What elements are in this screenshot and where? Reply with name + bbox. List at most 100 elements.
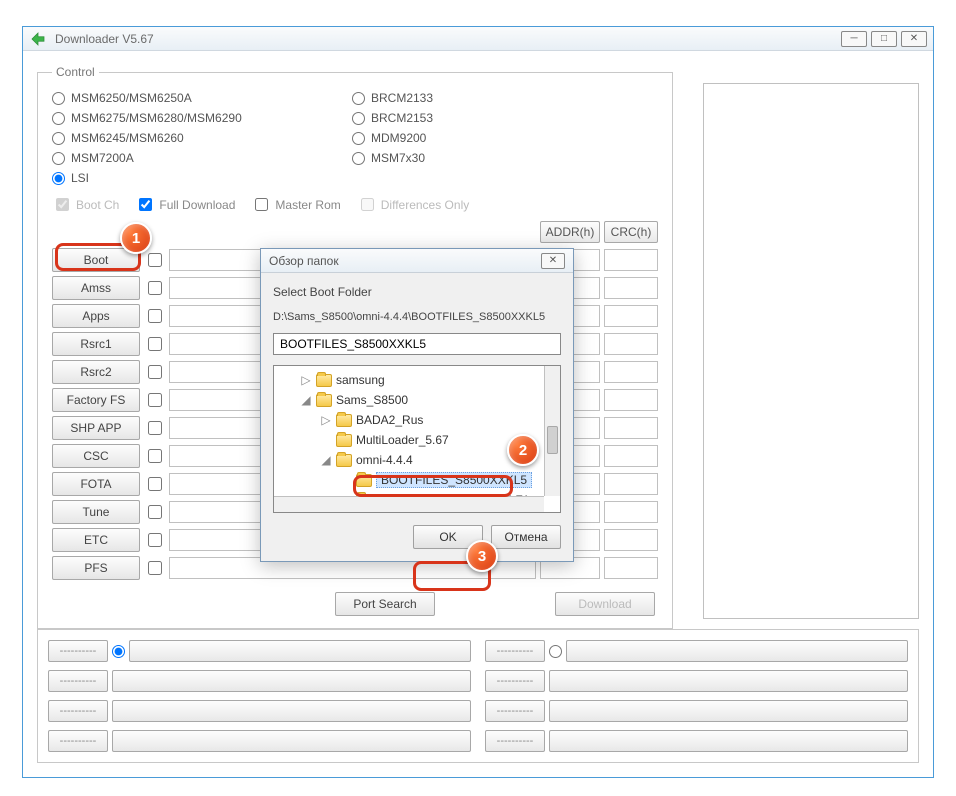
row-button-apps[interactable]: Apps [52, 304, 140, 328]
side-panel [703, 83, 919, 619]
radio-brcm2153[interactable]: BRCM2153 [352, 111, 433, 125]
radio-msm7x30[interactable]: MSM7x30 [352, 151, 433, 165]
row-checkbox[interactable] [148, 421, 162, 435]
crc-header: CRC(h) [604, 221, 658, 243]
status-small: ---------- [48, 670, 108, 692]
folder-icon [336, 414, 352, 427]
titlebar: Downloader V5.67 ─ □ ✕ [23, 27, 933, 51]
status-small: ---------- [485, 730, 545, 752]
row-crc [604, 501, 658, 523]
dialog-path: D:\Sams_S8500\omni-4.4.4\BOOTFILES_S8500… [273, 311, 561, 323]
cancel-button[interactable]: Отмена [491, 525, 561, 549]
row-button-fota[interactable]: FOTA [52, 472, 140, 496]
row-checkbox[interactable] [148, 505, 162, 519]
folder-icon [336, 454, 352, 467]
row-button-pfs[interactable]: PFS [52, 556, 140, 580]
master-rom-checkbox[interactable]: Master Rom [251, 195, 340, 214]
folder-icon [356, 474, 372, 487]
row-crc [604, 333, 658, 355]
status-wide [549, 730, 908, 752]
status-small: ---------- [485, 670, 545, 692]
row-checkbox[interactable] [148, 477, 162, 491]
row-button-shp app[interactable]: SHP APP [52, 416, 140, 440]
row-crc [604, 417, 658, 439]
status-wide [566, 640, 908, 662]
status-wide [129, 640, 471, 662]
annotation-callout-3: 3 [466, 540, 498, 572]
boot-change-checkbox: Boot Ch [52, 195, 119, 214]
close-button[interactable]: ✕ [901, 31, 927, 47]
status-wide [549, 700, 908, 722]
window-title: Downloader V5.67 [55, 32, 841, 46]
row-crc [604, 473, 658, 495]
tree-item[interactable]: ◢Sams_S8500 [276, 390, 558, 410]
radio-brcm2133[interactable]: BRCM2133 [352, 91, 433, 105]
radio-mdm9200[interactable]: MDM9200 [352, 131, 433, 145]
row-button-amss[interactable]: Amss [52, 276, 140, 300]
row-crc [604, 529, 658, 551]
tree-hscrollbar[interactable] [274, 496, 544, 512]
row-checkbox[interactable] [148, 449, 162, 463]
radio-msm6245[interactable]: MSM6245/MSM6260 [52, 131, 352, 145]
row-checkbox[interactable] [148, 309, 162, 323]
radio-msm6275[interactable]: MSM6275/MSM6280/MSM6290 [52, 111, 352, 125]
status-wide [112, 670, 471, 692]
tree-item-selected[interactable]: BOOTFILES_S8500XXKL5 [276, 470, 558, 490]
status-wide [549, 670, 908, 692]
control-legend: Control [52, 65, 99, 79]
radio-lsi[interactable]: LSI [52, 171, 352, 185]
row-crc [604, 277, 658, 299]
folder-name-input[interactable] [273, 333, 561, 355]
tree-vscrollbar[interactable] [544, 366, 560, 496]
radio-msm7200a[interactable]: MSM7200A [52, 151, 352, 165]
row-crc [604, 361, 658, 383]
port-search-button[interactable]: Port Search [335, 592, 435, 616]
status-small: ---------- [485, 640, 545, 662]
row-button-factory fs[interactable]: Factory FS [52, 388, 140, 412]
row-crc [604, 557, 658, 579]
folder-icon [316, 394, 332, 407]
dialog-close-button[interactable]: ✕ [541, 253, 565, 269]
status-radio[interactable] [549, 645, 562, 658]
differences-only-checkbox: Differences Only [357, 195, 469, 214]
status-radio[interactable] [112, 645, 125, 658]
status-small: ---------- [485, 700, 545, 722]
row-checkbox[interactable] [148, 253, 162, 267]
row-crc [604, 389, 658, 411]
row-checkbox[interactable] [148, 561, 162, 575]
status-small: ---------- [48, 700, 108, 722]
row-button-tune[interactable]: Tune [52, 500, 140, 524]
row-checkbox[interactable] [148, 365, 162, 379]
folder-browse-dialog: Обзор папок ✕ Select Boot Folder D:\Sams… [260, 248, 574, 562]
annotation-callout-1: 1 [120, 222, 152, 254]
status-small: ---------- [48, 640, 108, 662]
dialog-label: Select Boot Folder [273, 285, 561, 299]
status-area: ---------- ---------- ---------- ----------… [37, 629, 919, 763]
maximize-button[interactable]: □ [871, 31, 897, 47]
row-crc [604, 305, 658, 327]
status-wide [112, 730, 471, 752]
download-button[interactable]: Download [555, 592, 655, 616]
row-checkbox[interactable] [148, 281, 162, 295]
minimize-button[interactable]: ─ [841, 31, 867, 47]
tree-item[interactable]: ▷BADA2_Rus [276, 410, 558, 430]
row-crc [604, 249, 658, 271]
folder-icon [336, 434, 352, 447]
row-button-rsrc2[interactable]: Rsrc2 [52, 360, 140, 384]
status-wide [112, 700, 471, 722]
row-button-etc[interactable]: ETC [52, 528, 140, 552]
status-small: ---------- [48, 730, 108, 752]
row-checkbox[interactable] [148, 533, 162, 547]
dialog-title: Обзор папок [269, 254, 339, 268]
row-button-csc[interactable]: CSC [52, 444, 140, 468]
back-arrow-icon[interactable] [29, 30, 47, 48]
annotation-callout-2: 2 [507, 434, 539, 466]
row-button-rsrc1[interactable]: Rsrc1 [52, 332, 140, 356]
addr-header: ADDR(h) [540, 221, 600, 243]
full-download-checkbox[interactable]: Full Download [135, 195, 235, 214]
row-crc [604, 445, 658, 467]
row-checkbox[interactable] [148, 337, 162, 351]
row-checkbox[interactable] [148, 393, 162, 407]
radio-msm6250[interactable]: MSM6250/MSM6250A [52, 91, 352, 105]
tree-item[interactable]: ▷samsung [276, 370, 558, 390]
